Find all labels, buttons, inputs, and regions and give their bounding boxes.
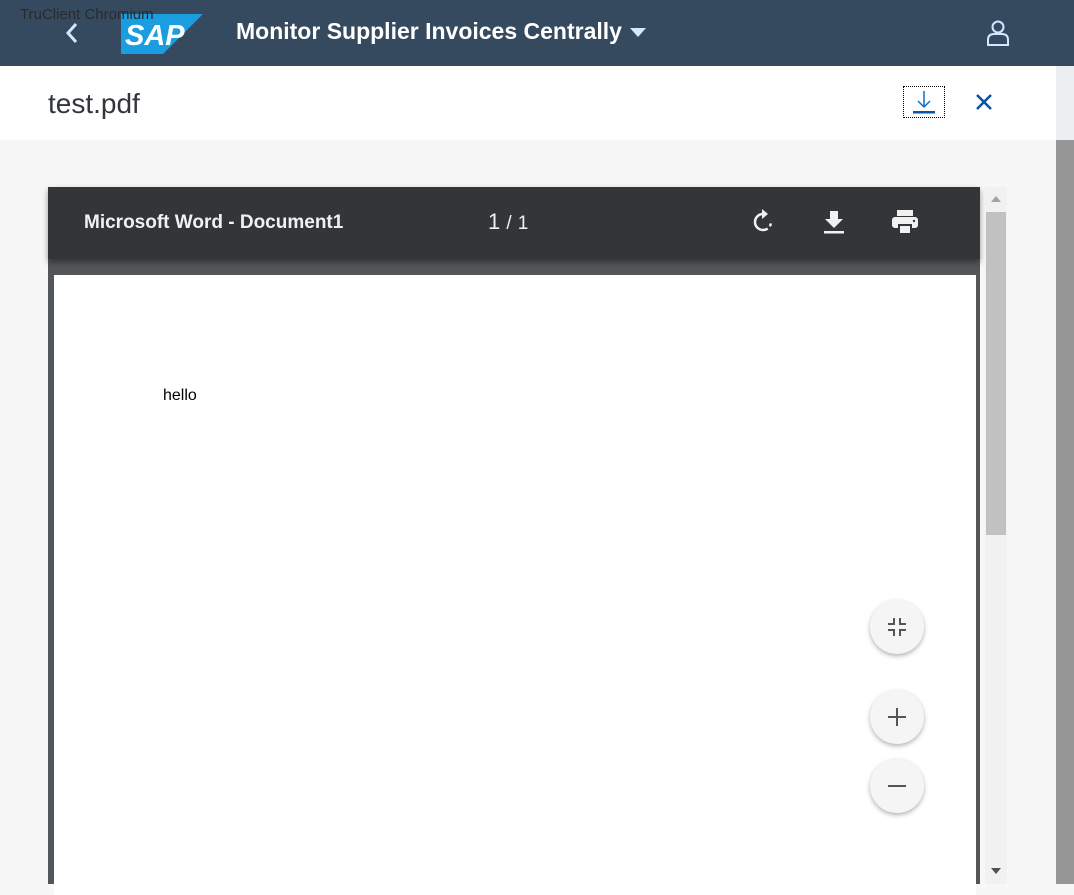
print-button[interactable]	[891, 209, 919, 240]
page-total: 1	[517, 213, 529, 234]
page-scrollbar-thumb[interactable]	[1056, 140, 1074, 884]
pdf-text: hello	[163, 387, 197, 404]
app-title-menu[interactable]: Monitor Supplier Invoices Centrally	[236, 18, 646, 45]
minus-icon	[888, 785, 906, 787]
pdf-viewer: hello Microsoft Word - Document1 1 / 1	[48, 187, 980, 895]
svg-text:SAP: SAP	[125, 20, 185, 52]
pdf-scrollbar[interactable]	[985, 187, 1007, 884]
caret-down-icon	[629, 28, 646, 37]
zoom-in-button[interactable]	[870, 690, 924, 744]
rotate-icon	[753, 209, 773, 232]
page-current[interactable]: 1	[488, 209, 500, 234]
dialog-header: test.pdf	[0, 66, 1056, 140]
file-name: test.pdf	[48, 88, 140, 119]
close-icon	[976, 94, 992, 110]
download-button[interactable]	[903, 86, 945, 118]
page-scrollbar-track[interactable]	[1056, 66, 1074, 140]
pdf-download-button[interactable]	[822, 209, 846, 240]
scroll-down-arrow-icon[interactable]	[991, 868, 1001, 874]
fit-to-page-icon	[888, 618, 906, 636]
download-icon	[824, 211, 844, 234]
shell-bar: SAP Monitor Supplier Invoices Centrally	[0, 0, 1074, 66]
page-separator: /	[506, 213, 512, 234]
zoom-out-button[interactable]	[870, 759, 924, 813]
user-button[interactable]	[986, 20, 1010, 51]
plus-icon	[888, 708, 906, 726]
print-icon	[892, 210, 918, 234]
pdf-title: Microsoft Word - Document1	[84, 212, 344, 233]
user-icon	[987, 20, 1009, 46]
download-icon	[913, 91, 935, 114]
pdf-scrollbar-thumb[interactable]	[986, 212, 1006, 535]
fit-page-button[interactable]	[870, 600, 924, 654]
page-indicator: 1 / 1	[488, 209, 528, 235]
pdf-page: hello	[54, 275, 976, 895]
app-title: Monitor Supplier Invoices Centrally	[236, 18, 622, 44]
watermark: TruClient Chromium	[20, 6, 154, 23]
scroll-up-arrow-icon[interactable]	[991, 196, 1001, 202]
close-button[interactable]	[972, 90, 996, 119]
pdf-toolbar: Microsoft Word - Document1 1 / 1	[48, 187, 980, 259]
rotate-button[interactable]	[751, 209, 775, 240]
